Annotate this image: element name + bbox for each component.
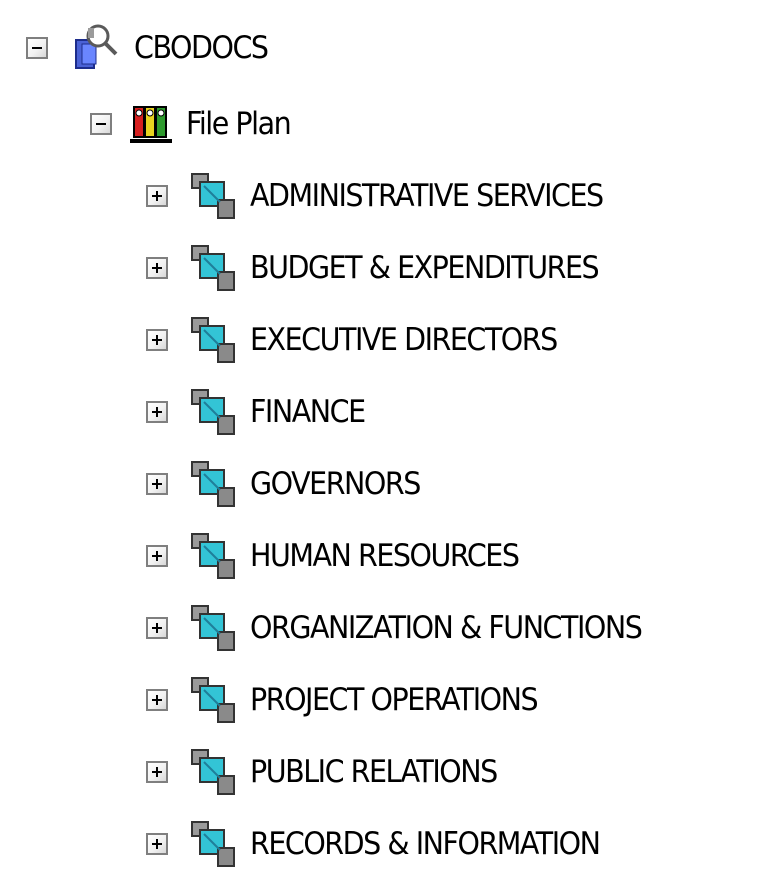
- tree-node-category[interactable]: BUDGET & EXPENDITURES: [146, 238, 628, 298]
- category-icon: [191, 605, 235, 651]
- tree-node-label: ADMINISTRATIVE SERVICES: [250, 177, 604, 214]
- tree-node-label: PROJECT OPERATIONS: [250, 681, 539, 718]
- tree-node-label: PUBLIC RELATIONS: [250, 753, 498, 790]
- tree-node-cbodocs[interactable]: CBODOCS: [26, 18, 279, 78]
- category-icon: [191, 245, 235, 291]
- category-icon: [191, 173, 235, 219]
- tree-node-label: RECORDS & INFORMATION: [250, 825, 601, 862]
- tree-node-category[interactable]: ADMINISTRATIVE SERVICES: [146, 166, 633, 226]
- category-icon: [191, 317, 235, 363]
- tree-node-category[interactable]: HUMAN RESOURCES: [146, 526, 542, 586]
- tree-node-category[interactable]: EXECUTIVE DIRECTORS: [146, 310, 583, 370]
- tree-node-file-plan[interactable]: File Plan: [90, 94, 299, 154]
- file-plan-tree: CBODOCS File Plan ADMINISTRATIVE SERVICE…: [0, 0, 778, 888]
- category-icon: [191, 677, 235, 723]
- category-icon: [191, 389, 235, 435]
- expand-icon[interactable]: [146, 689, 168, 711]
- tree-node-label: CBODOCS: [134, 29, 269, 66]
- tree-node-label: File Plan: [186, 105, 292, 142]
- tree-node-label: ORGANIZATION & FUNCTIONS: [250, 609, 643, 646]
- expand-icon[interactable]: [146, 257, 168, 279]
- tree-node-label: GOVERNORS: [250, 465, 421, 502]
- expand-icon[interactable]: [146, 833, 168, 855]
- expand-icon[interactable]: [146, 185, 168, 207]
- expand-icon[interactable]: [146, 617, 168, 639]
- tree-node-category[interactable]: ORGANIZATION & FUNCTIONS: [146, 598, 675, 658]
- tree-node-category[interactable]: GOVERNORS: [146, 454, 435, 514]
- category-icon: [191, 821, 235, 867]
- expand-icon[interactable]: [146, 473, 168, 495]
- tree-node-category[interactable]: PUBLIC RELATIONS: [146, 742, 518, 802]
- category-icon: [191, 749, 235, 795]
- tree-node-label: FINANCE: [250, 393, 366, 430]
- repository-search-icon: [75, 24, 118, 69]
- tree-node-label: EXECUTIVE DIRECTORS: [250, 321, 558, 358]
- tree-node-label: HUMAN RESOURCES: [250, 537, 520, 574]
- expand-icon[interactable]: [146, 761, 168, 783]
- tree-node-category[interactable]: RECORDS & INFORMATION: [146, 814, 630, 874]
- file-plan-binders-icon: [130, 106, 172, 143]
- category-icon: [191, 461, 235, 507]
- collapse-icon[interactable]: [26, 37, 48, 59]
- tree-node-category[interactable]: PROJECT OPERATIONS: [146, 670, 562, 730]
- tree-node-label: BUDGET & EXPENDITURES: [250, 249, 600, 286]
- category-icon: [191, 533, 235, 579]
- expand-icon[interactable]: [146, 545, 168, 567]
- tree-node-category[interactable]: FINANCE: [146, 382, 375, 442]
- collapse-icon[interactable]: [90, 113, 112, 135]
- expand-icon[interactable]: [146, 329, 168, 351]
- expand-icon[interactable]: [146, 401, 168, 423]
